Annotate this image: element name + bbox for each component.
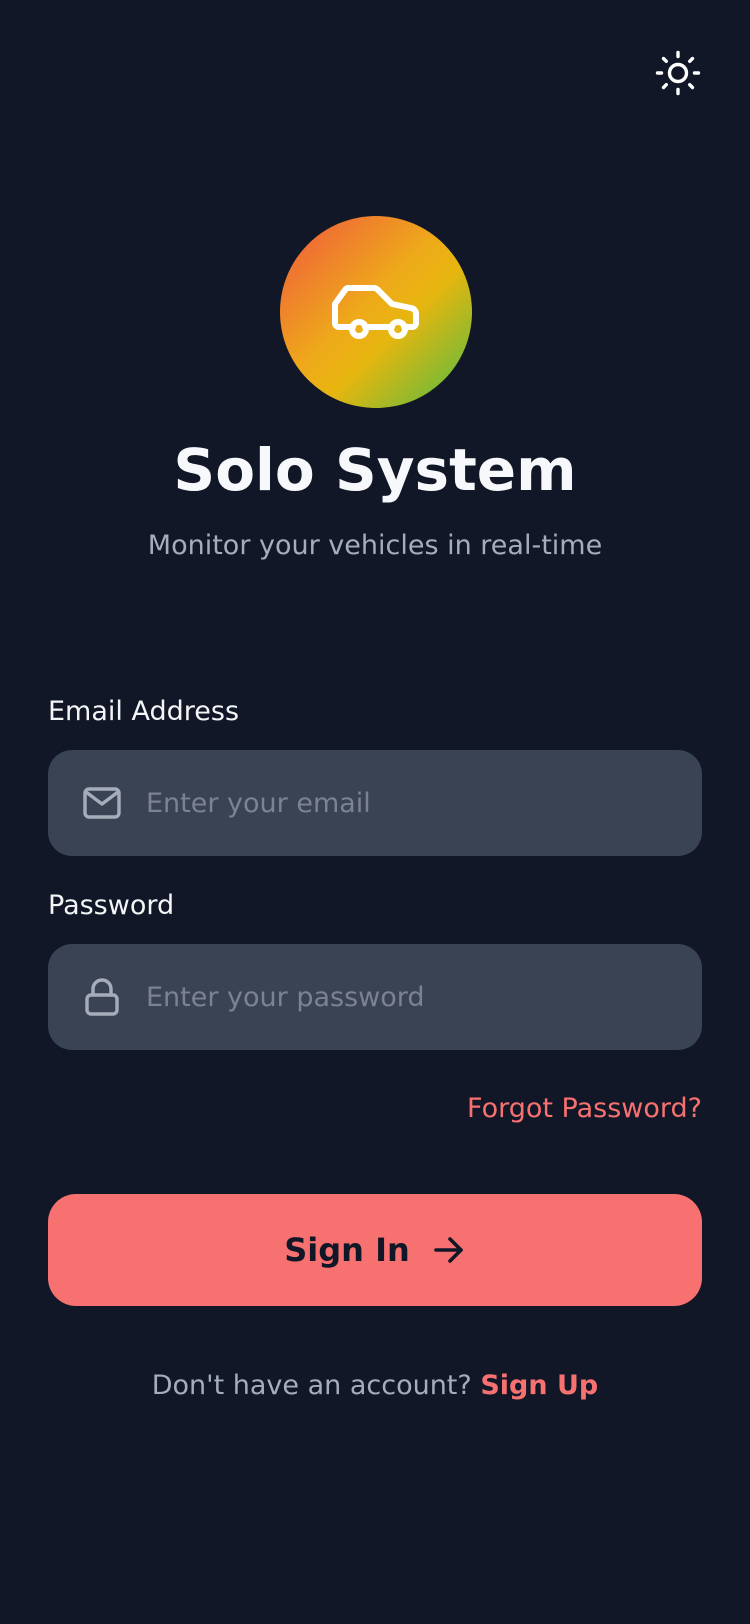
login-screen: Solo System Monitor your vehicles in rea…: [0, 0, 750, 1624]
sign-up-link[interactable]: Sign Up: [480, 1370, 598, 1401]
forgot-password-link[interactable]: Forgot Password?: [467, 1093, 702, 1124]
sign-in-label: Sign In: [284, 1231, 410, 1269]
app-title: Solo System: [173, 436, 577, 504]
sign-in-button[interactable]: Sign In: [48, 1194, 702, 1306]
car-icon: [332, 285, 419, 339]
email-field[interactable]: [48, 750, 702, 856]
email-label: Email Address: [48, 696, 240, 727]
password-field[interactable]: [48, 944, 702, 1050]
sign-up-prompt-text: Don't have an account?: [151, 1370, 472, 1401]
sign-up-prompt: Don't have an account? Sign Up: [0, 1370, 750, 1401]
theme-toggle-button[interactable]: [653, 48, 703, 98]
password-input[interactable]: [146, 964, 676, 1030]
password-label: Password: [48, 890, 175, 921]
email-input[interactable]: [146, 770, 676, 836]
app-logo: [280, 216, 472, 408]
arrow-right-icon: [432, 1233, 466, 1267]
lock-icon: [82, 977, 122, 1017]
mail-icon: [82, 783, 122, 823]
sun-icon: [655, 50, 701, 96]
app-subtitle: Monitor your vehicles in real-time: [147, 530, 603, 561]
